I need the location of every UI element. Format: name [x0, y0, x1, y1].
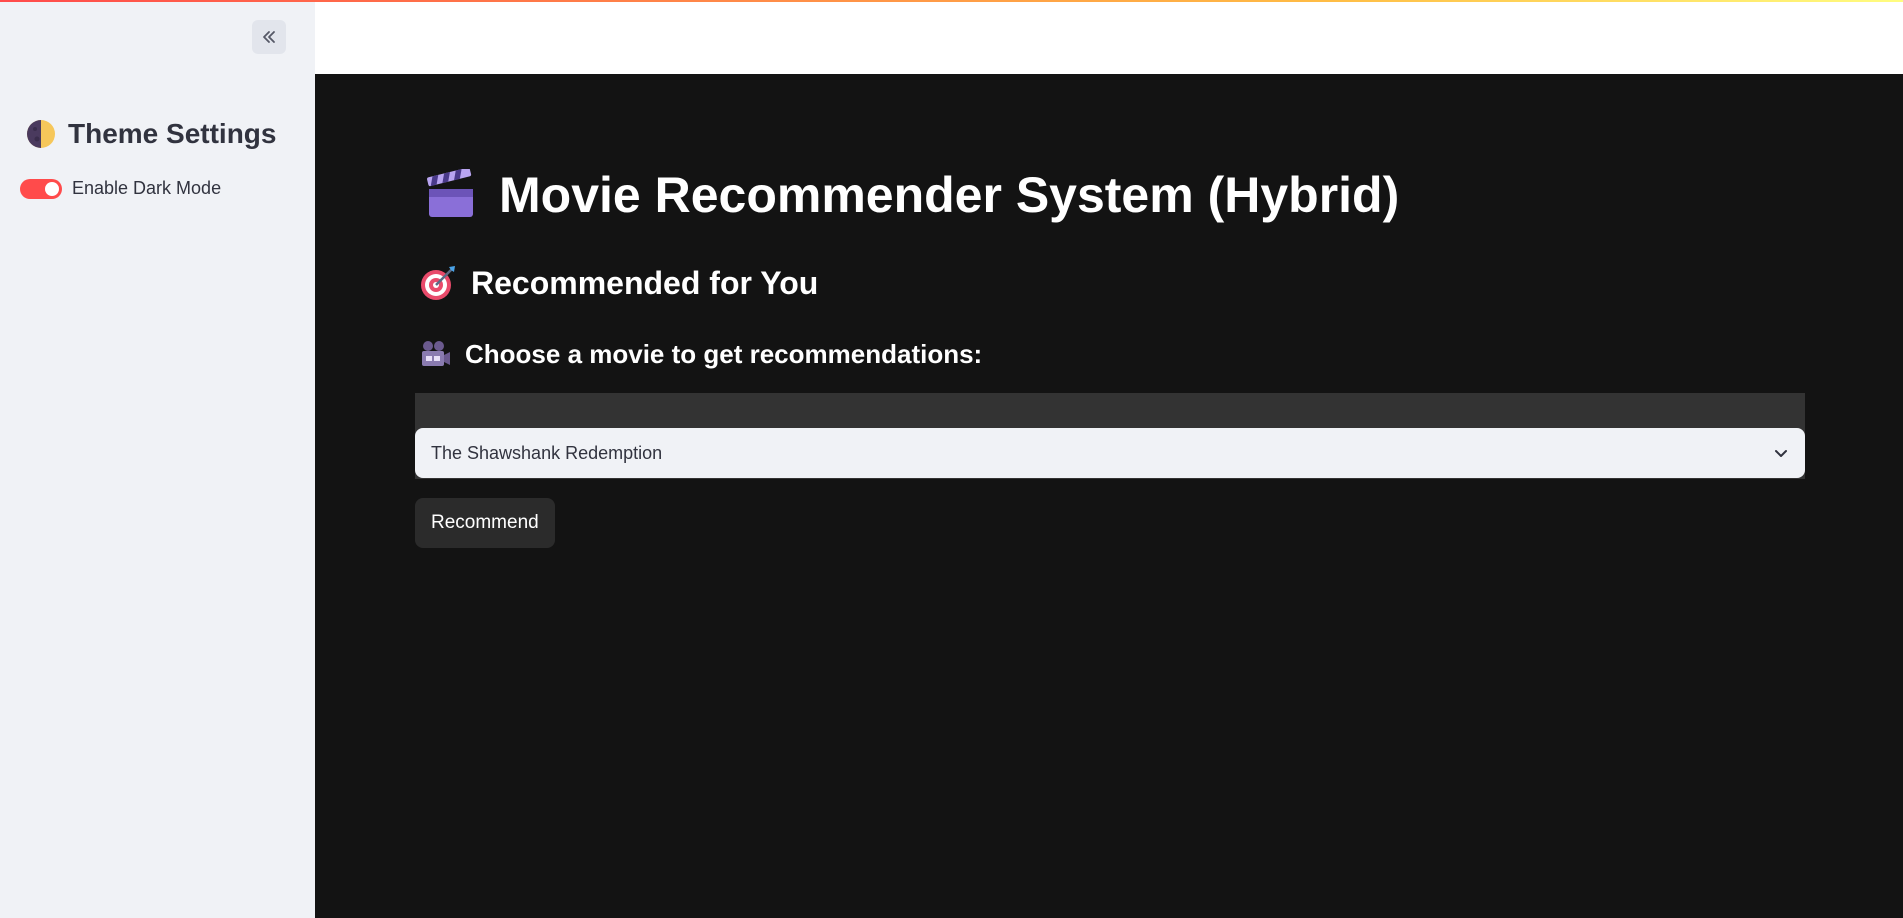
- app-window: Theme Settings Enable Dark Mode Movie Re…: [0, 0, 1903, 918]
- main-content: Movie Recommender System (Hybrid) Recomm…: [315, 74, 1903, 918]
- chevron-down-icon: [1775, 450, 1787, 457]
- recommend-button[interactable]: Recommend: [415, 498, 555, 548]
- movie-select-container: The Shawshank Redemption: [415, 393, 1805, 479]
- dark-mode-toggle-label: Enable Dark Mode: [72, 178, 222, 198]
- top-decoration-bar: [0, 0, 1903, 2]
- section-heading-text: Recommended for You: [471, 264, 819, 301]
- sidebar-heading: Theme Settings: [26, 118, 276, 150]
- half-moon-icon: [27, 120, 55, 148]
- collapse-sidebar-button[interactable]: [252, 20, 286, 54]
- sidebar: Theme Settings Enable Dark Mode: [0, 0, 315, 918]
- movie-camera-icon: [422, 341, 450, 366]
- dark-mode-toggle[interactable]: [20, 178, 62, 199]
- page-title: Movie Recommender System (Hybrid): [425, 166, 1399, 224]
- clapper-board-icon: [427, 169, 473, 217]
- double-chevron-left-icon: [263, 31, 275, 43]
- select-prompt-text: Choose a movie to get recommendations:: [465, 338, 983, 369]
- sidebar-title-text: Theme Settings: [68, 118, 277, 149]
- target-icon: [421, 266, 455, 300]
- section-heading: Recommended for You: [419, 264, 818, 302]
- toggle-knob: [45, 181, 59, 196]
- dark-mode-toggle-row[interactable]: Enable Dark Mode: [20, 178, 221, 199]
- select-prompt: Choose a movie to get recommendations:: [419, 338, 982, 370]
- movie-select[interactable]: The Shawshank Redemption: [415, 428, 1805, 478]
- movie-select-value: The Shawshank Redemption: [431, 442, 663, 463]
- page-title-text: Movie Recommender System (Hybrid): [499, 167, 1400, 223]
- app-header: [315, 0, 1903, 74]
